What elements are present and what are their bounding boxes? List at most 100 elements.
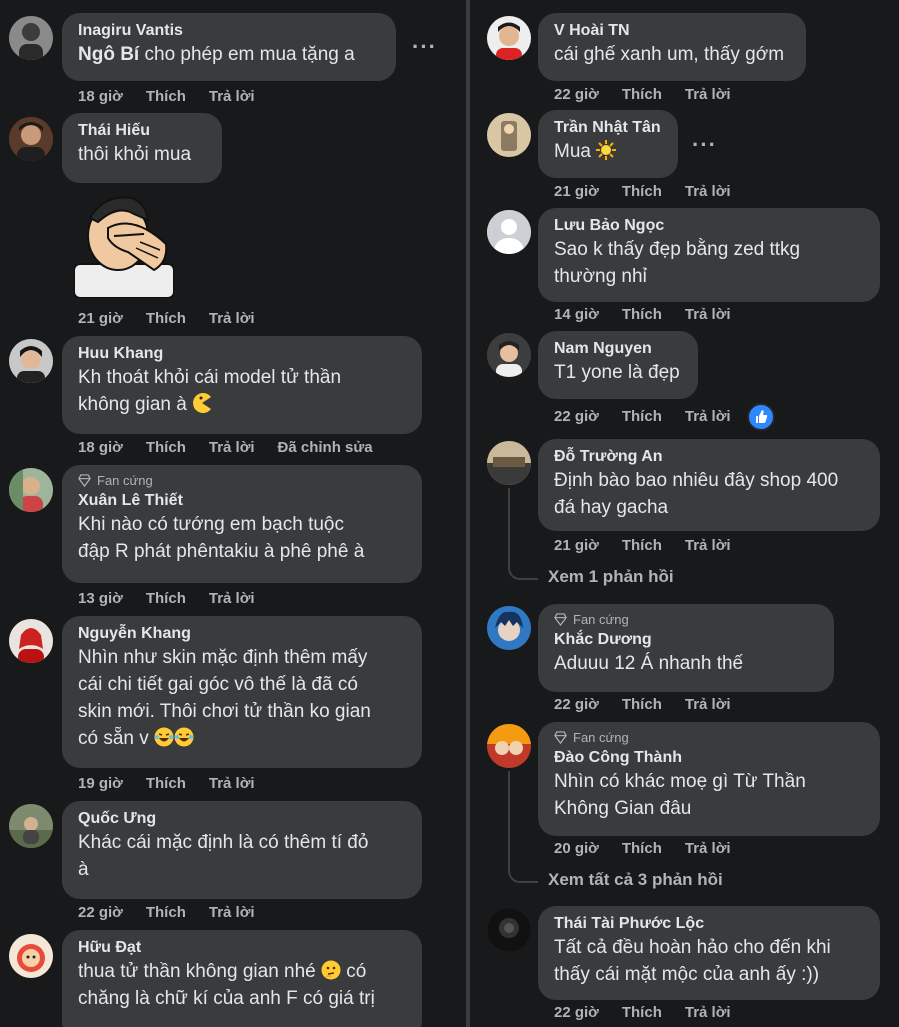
view-replies-link[interactable]: Xem tất cả 3 phản hồi bbox=[548, 870, 723, 890]
comment-author[interactable]: V Hoài TN bbox=[554, 21, 792, 41]
avatar[interactable] bbox=[9, 16, 53, 60]
reply-link[interactable]: Trả lời bbox=[209, 590, 255, 607]
like-link[interactable]: Thích bbox=[146, 590, 186, 607]
avatar[interactable] bbox=[487, 441, 531, 485]
avatar[interactable] bbox=[487, 113, 531, 157]
comment-author[interactable]: Lưu Bảo Ngọc bbox=[554, 216, 866, 236]
avatar[interactable] bbox=[487, 908, 531, 952]
reply-link[interactable]: Trả lời bbox=[209, 904, 255, 921]
reply-link[interactable]: Trả lời bbox=[685, 306, 731, 323]
comment-time[interactable]: 21 giờ bbox=[78, 310, 123, 327]
avatar[interactable] bbox=[487, 606, 531, 650]
comment-author[interactable]: Thái Hiếu bbox=[78, 121, 208, 141]
badge-label: Fan cứng bbox=[97, 473, 153, 488]
like-link[interactable]: Thích bbox=[622, 1004, 662, 1021]
comment-author[interactable]: Hữu Đạt bbox=[78, 938, 408, 958]
mention-tag[interactable]: Ngô Bí bbox=[78, 44, 139, 65]
like-link[interactable]: Thích bbox=[622, 696, 662, 713]
reply-link[interactable]: Trả lời bbox=[685, 86, 731, 103]
comment-author[interactable]: Trần Nhật Tân bbox=[554, 118, 664, 138]
comment-actions: 19 giờ Thích Trả lời bbox=[78, 775, 278, 792]
comment-author[interactable]: Thái Tài Phước Lộc bbox=[554, 914, 866, 934]
comment-actions: 22 giờ Thích Trả lời bbox=[554, 1004, 754, 1021]
comment-text: Ngô Bí cho phép em mua tặng a bbox=[78, 44, 355, 65]
avatar[interactable] bbox=[9, 468, 53, 512]
diamond-icon bbox=[554, 731, 567, 744]
like-link[interactable]: Thích bbox=[146, 904, 186, 921]
avatar[interactable] bbox=[9, 804, 53, 848]
like-link[interactable]: Thích bbox=[622, 86, 662, 103]
comment-text-line: cái chi tiết gai góc vô thế là đã có bbox=[78, 674, 358, 695]
comment-author[interactable]: Xuân Lê Thiết bbox=[78, 491, 408, 511]
like-link[interactable]: Thích bbox=[622, 408, 662, 425]
comment-time[interactable]: 14 giờ bbox=[554, 306, 599, 323]
comment-time[interactable]: 22 giờ bbox=[554, 408, 599, 425]
facepalm-sticker[interactable] bbox=[73, 192, 175, 299]
avatar[interactable] bbox=[487, 724, 531, 768]
comment-time[interactable]: 13 giờ bbox=[78, 590, 123, 607]
reply-link[interactable]: Trả lời bbox=[209, 775, 255, 792]
comment-text-line: Nhìn có khác moẹ gì Từ Thần bbox=[554, 771, 806, 792]
comment-time[interactable]: 18 giờ bbox=[78, 88, 123, 105]
comment-bubble: Thái Hiếu thôi khỏi mua bbox=[62, 113, 222, 183]
avatar[interactable] bbox=[9, 117, 53, 161]
comment-bubble: Quốc Ưng Khác cái mặc định là có thêm tí… bbox=[62, 801, 422, 899]
comment-time[interactable]: 21 giờ bbox=[554, 537, 599, 554]
like-reaction-icon[interactable] bbox=[747, 403, 775, 431]
like-link[interactable]: Thích bbox=[622, 183, 662, 200]
comment-time[interactable]: 21 giờ bbox=[554, 183, 599, 200]
comment-bubble: V Hoài TN cái ghế xanh um, thấy gớm bbox=[538, 13, 806, 81]
avatar[interactable] bbox=[9, 619, 53, 663]
comment-author[interactable]: Khắc Dương bbox=[554, 630, 820, 650]
like-link[interactable]: Thích bbox=[622, 537, 662, 554]
comment-author[interactable]: Đào Công Thành bbox=[554, 748, 866, 768]
comment-text-line: đá hay gacha bbox=[554, 497, 669, 518]
comment-time[interactable]: 20 giờ bbox=[554, 840, 599, 857]
avatar[interactable] bbox=[9, 339, 53, 383]
comment-actions: 21 giờ Thích Trả lời bbox=[554, 183, 754, 200]
comment-time[interactable]: 22 giờ bbox=[78, 904, 123, 921]
comment-author[interactable]: Nguyễn Khang bbox=[78, 624, 408, 644]
like-link[interactable]: Thích bbox=[622, 840, 662, 857]
comment-author[interactable]: Huu Khang bbox=[78, 344, 408, 364]
comment-time[interactable]: 18 giờ bbox=[78, 439, 123, 456]
comment-time[interactable]: 19 giờ bbox=[78, 775, 123, 792]
fan-badge: Fan cứng bbox=[78, 473, 408, 488]
comment-author[interactable]: Nam Nguyen bbox=[554, 339, 684, 359]
reply-link[interactable]: Trả lời bbox=[685, 408, 731, 425]
comment-author[interactable]: Quốc Ưng bbox=[78, 809, 408, 829]
like-link[interactable]: Thích bbox=[146, 310, 186, 327]
reply-link[interactable]: Trả lời bbox=[685, 537, 731, 554]
comment-author[interactable]: Inagiru Vantis bbox=[78, 21, 382, 41]
comment-author[interactable]: Đỗ Trường An bbox=[554, 447, 866, 467]
comment-time[interactable]: 22 giờ bbox=[554, 696, 599, 713]
edited-label: Đã chỉnh sửa bbox=[277, 439, 373, 456]
comment-actions: 18 giờ Thích Trả lời Đã chỉnh sửa bbox=[78, 439, 396, 456]
reply-link[interactable]: Trả lời bbox=[685, 1004, 731, 1021]
more-options-icon[interactable]: ··· bbox=[692, 132, 717, 158]
reply-link[interactable]: Trả lời bbox=[685, 696, 731, 713]
reply-link[interactable]: Trả lời bbox=[685, 183, 731, 200]
thinking-emoji-icon bbox=[321, 960, 341, 980]
avatar[interactable] bbox=[487, 333, 531, 377]
reply-link[interactable]: Trả lời bbox=[209, 88, 255, 105]
reply-link[interactable]: Trả lời bbox=[209, 439, 255, 456]
like-link[interactable]: Thích bbox=[146, 439, 186, 456]
comment-time[interactable]: 22 giờ bbox=[554, 86, 599, 103]
badge-label: Fan cứng bbox=[573, 612, 629, 627]
view-replies-link[interactable]: Xem 1 phản hồi bbox=[548, 567, 674, 587]
reply-link[interactable]: Trả lời bbox=[209, 310, 255, 327]
comment-bubble: Nam Nguyen T1 yone là đẹp bbox=[538, 331, 698, 399]
like-link[interactable]: Thích bbox=[146, 88, 186, 105]
like-link[interactable]: Thích bbox=[146, 775, 186, 792]
comment-time[interactable]: 22 giờ bbox=[554, 1004, 599, 1021]
comment-actions: 13 giờ Thích Trả lời bbox=[78, 590, 278, 607]
avatar[interactable] bbox=[9, 934, 53, 978]
reply-link[interactable]: Trả lời bbox=[685, 840, 731, 857]
avatar[interactable] bbox=[487, 16, 531, 60]
default-avatar[interactable] bbox=[487, 210, 531, 254]
like-link[interactable]: Thích bbox=[622, 306, 662, 323]
comment-text: thôi khỏi mua bbox=[78, 144, 192, 165]
comment-bubble: Inagiru Vantis Ngô Bí cho phép em mua tặ… bbox=[62, 13, 396, 81]
more-options-icon[interactable]: ··· bbox=[412, 34, 437, 60]
